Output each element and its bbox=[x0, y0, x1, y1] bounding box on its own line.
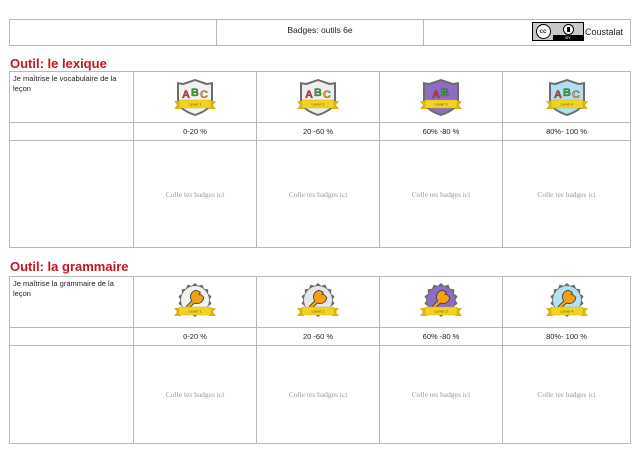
paste-badge-area[interactable]: Colle tes badges ici bbox=[133, 140, 257, 248]
score-range: 60% -80 % bbox=[379, 122, 503, 141]
level-label: Level 3 bbox=[435, 309, 449, 314]
score-range: 80%- 100 % bbox=[502, 122, 631, 141]
paste-badge-area[interactable]: Colle tes badges ici bbox=[502, 345, 631, 444]
badge-letter: A bbox=[432, 89, 440, 101]
level-label: Level 1 bbox=[189, 309, 203, 314]
skill-description: Je maîtrise le vocabulaire de la leçon bbox=[9, 71, 134, 123]
paste-badge-area[interactable]: Colle tes badges ici bbox=[379, 345, 503, 444]
abc-shield-icon: A B CLevel 1 bbox=[174, 79, 216, 116]
badge-letter: C bbox=[323, 89, 331, 101]
document-title: Badges: outils 6e bbox=[216, 19, 424, 46]
badge-letter: B bbox=[441, 87, 449, 99]
section-title-lexique: Outil: le lexique bbox=[10, 56, 107, 71]
cc-by-license-icon: cc BY bbox=[532, 22, 584, 41]
section-title-grammaire: Outil: la grammaire bbox=[10, 259, 129, 274]
badge-cell: Level 2 bbox=[256, 276, 380, 328]
badge-letter: C bbox=[200, 89, 208, 101]
badge-letter: B bbox=[563, 87, 571, 99]
empty-cell bbox=[9, 345, 134, 444]
cc-icon: cc bbox=[535, 24, 551, 39]
header-table: Badges: outils 6e cc BY Coustalat bbox=[9, 19, 631, 46]
badge-cell: Level 1 bbox=[133, 276, 257, 328]
score-range: 20 -60 % bbox=[256, 327, 380, 346]
badges-table-lexique: Je maîtrise le vocabulaire de la leçon A… bbox=[9, 71, 631, 248]
wrench-seal-icon: Level 2 bbox=[297, 283, 339, 317]
author-name: Coustalat bbox=[585, 26, 624, 37]
level-label: Level 3 bbox=[435, 102, 449, 107]
score-range: 20 -60 % bbox=[256, 122, 380, 141]
abc-shield-icon: A B CLevel 2 bbox=[297, 79, 339, 116]
badge-letter: A bbox=[182, 89, 190, 101]
empty-cell bbox=[9, 327, 134, 346]
badge-cell: A B C Level 2 bbox=[256, 71, 380, 123]
level-label: Level 2 bbox=[312, 102, 326, 107]
header-cell-left bbox=[9, 19, 217, 46]
badge-cell: Level 4 bbox=[502, 276, 631, 328]
paste-badge-area[interactable]: Colle tes badges ici bbox=[256, 345, 380, 444]
person-icon bbox=[562, 23, 574, 35]
level-label: Level 4 bbox=[560, 309, 574, 314]
by-label: BY bbox=[553, 34, 583, 40]
level-label: Level 2 bbox=[312, 309, 326, 314]
wrench-seal-icon: Level 4 bbox=[545, 283, 588, 317]
wrench-seal-icon: Level 3 bbox=[420, 283, 462, 317]
wrench-seal-icon: Level 1 bbox=[174, 283, 216, 317]
badge-cell: A B C Level 1 bbox=[133, 71, 257, 123]
abc-shield-icon: A B Level 3 bbox=[420, 79, 462, 116]
badge-letter: C bbox=[572, 89, 580, 101]
badge-letter: A bbox=[305, 89, 313, 101]
badge-cell: A B Level 3 bbox=[379, 71, 503, 123]
badge-letter: B bbox=[314, 87, 322, 99]
badge-letter: A bbox=[554, 89, 562, 101]
header-cell-right: cc BY Coustalat bbox=[423, 19, 631, 46]
abc-shield-icon: A B CLevel 4 bbox=[545, 79, 588, 116]
score-range: 0-20 % bbox=[133, 122, 257, 141]
score-range: 60% -80 % bbox=[379, 327, 503, 346]
score-range: 0-20 % bbox=[133, 327, 257, 346]
badge-cell: A B C Level 4 bbox=[502, 71, 631, 123]
level-label: Level 4 bbox=[560, 102, 574, 107]
badge-cell: Level 3 bbox=[379, 276, 503, 328]
paste-badge-area[interactable]: Colle tes badges ici bbox=[502, 140, 631, 248]
skill-description: Je maîtrise la grammaire de la leçon bbox=[9, 276, 134, 328]
paste-badge-area[interactable]: Colle tes badges ici bbox=[379, 140, 503, 248]
paste-badge-area[interactable]: Colle tes badges ici bbox=[256, 140, 380, 248]
badges-table-grammaire: Je maîtrise la grammaire de la leçon Lev… bbox=[9, 276, 631, 444]
empty-cell bbox=[9, 140, 134, 248]
paste-badge-area[interactable]: Colle tes badges ici bbox=[133, 345, 257, 444]
level-label: Level 1 bbox=[189, 102, 203, 107]
score-range: 80%- 100 % bbox=[502, 327, 631, 346]
empty-cell bbox=[9, 122, 134, 141]
badge-letter: B bbox=[191, 87, 199, 99]
